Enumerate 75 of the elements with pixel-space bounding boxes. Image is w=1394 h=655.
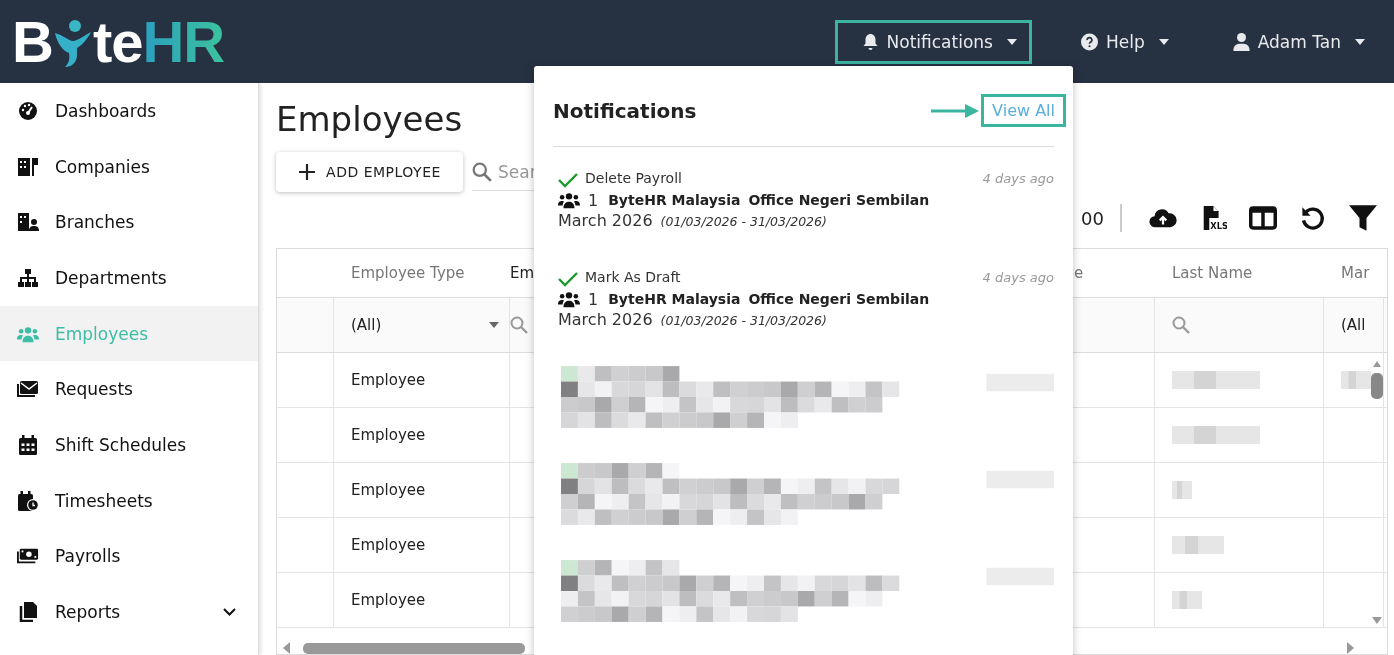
sidebar-item[interactable]: Shift Schedules [0, 417, 258, 473]
notification-time: 4 days ago [982, 170, 1054, 186]
filter-dropdown[interactable]: (All [1341, 316, 1366, 334]
table-cell: Employee [351, 536, 426, 554]
documents-icon [17, 602, 39, 623]
date-range: (01/03/2026 - 31/03/2026) [660, 313, 827, 328]
gauge-icon [17, 100, 39, 121]
pixelated-text-drawing [1172, 481, 1192, 499]
table-cell: Employee [351, 371, 426, 389]
building-person-icon [17, 212, 39, 233]
pixelated-text-drawing [1341, 371, 1371, 389]
payroll-period: March 2026 [558, 211, 653, 230]
employee-count: 1 [588, 289, 599, 309]
company-name: ByteHR Malaysia [608, 291, 741, 307]
refresh-icon[interactable] [1299, 205, 1327, 231]
caret-icon [489, 322, 499, 328]
building-icon [17, 156, 39, 177]
search-icon[interactable] [472, 161, 492, 182]
chevron-down-icon[interactable] [223, 608, 236, 617]
help-menu-button[interactable]: Help [1053, 19, 1184, 64]
envelope-icon [17, 379, 39, 400]
payroll-period: March 2026 [558, 310, 653, 329]
calendar-clock-icon [17, 490, 39, 511]
notification-title: Delete Payroll [585, 170, 682, 186]
sidebar-item[interactable]: Branches [0, 194, 258, 251]
notification-title: Mark As Draft [585, 269, 681, 285]
sidebar-item[interactable]: Requests [0, 361, 258, 418]
user-menu-button[interactable]: Adam Tan [1205, 19, 1380, 64]
branch-name: Office Negeri Sembilan [748, 192, 930, 208]
table-cell: Employee [351, 481, 426, 499]
column-header[interactable]: Mar [1341, 264, 1370, 282]
filter-dropdown[interactable]: (All) [351, 316, 509, 334]
bell-icon [861, 32, 879, 51]
page-size-text: 00 [1081, 207, 1104, 229]
dropdown-title: Notifications [553, 98, 697, 123]
plus-icon [298, 163, 317, 181]
logo-text: te [92, 12, 143, 71]
sidebar-item[interactable]: Departments [0, 250, 258, 306]
calendar-icon [17, 434, 39, 455]
column-header[interactable]: Em [510, 264, 535, 282]
person-figure-icon [52, 18, 93, 69]
caret-icon [1158, 38, 1169, 45]
pixelated-text-drawing [1172, 536, 1224, 554]
filter-icon[interactable] [1349, 205, 1377, 231]
page-title: Employees [276, 99, 463, 139]
pixelated-text-drawing [1172, 591, 1202, 609]
caret-icon [1355, 38, 1365, 45]
caret-icon [1006, 38, 1017, 45]
sidebar-item[interactable]: Reports [0, 584, 258, 640]
sidebar-item[interactable]: Payrolls [0, 528, 258, 585]
column-header[interactable]: Last Name [1172, 264, 1253, 282]
sidebar-item[interactable]: Timesheets [0, 472, 258, 529]
column-header[interactable]: Employee Type [351, 264, 465, 282]
branch-name: Office Negeri Sembilan [748, 291, 930, 307]
column-header[interactable]: e [1074, 264, 1084, 282]
employee-count: 1 [588, 190, 599, 210]
add-employee-button[interactable]: ADD EMPLOYEE [276, 152, 463, 192]
date-range: (01/03/2026 - 31/03/2026) [660, 214, 827, 229]
sidebar-item[interactable]: Dashboards [0, 83, 258, 139]
notification-time: 4 days ago [982, 269, 1054, 285]
logo-text: B [12, 12, 53, 71]
columns-icon[interactable] [1249, 205, 1277, 231]
sitemap-icon [17, 267, 39, 288]
users-icon [558, 190, 580, 210]
search-icon[interactable] [1172, 316, 1190, 334]
company-name: ByteHR Malaysia [608, 192, 741, 208]
sidebar-item[interactable]: Companies [0, 138, 258, 195]
user-icon [1232, 32, 1250, 51]
search-icon[interactable] [510, 316, 528, 334]
bell-menu-button[interactable]: Notifications [834, 19, 1032, 64]
table-cell: Employee [351, 591, 426, 609]
help-icon [1080, 32, 1098, 51]
table-cell: Employee [351, 426, 426, 444]
users-icon [558, 289, 580, 309]
arrow-icon [931, 103, 980, 118]
